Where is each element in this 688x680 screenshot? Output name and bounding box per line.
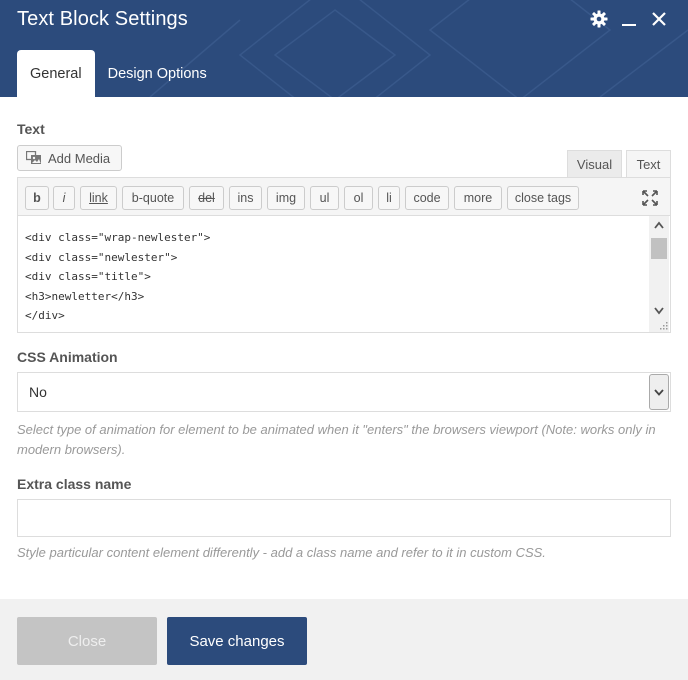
add-media-button[interactable]: Add Media — [17, 145, 122, 171]
quicktag-ins-button[interactable]: ins — [229, 186, 262, 210]
close-button[interactable]: Close — [17, 617, 157, 665]
css-animation-selected-value: No — [29, 384, 47, 400]
css-animation-help: Select type of animation for element to … — [17, 422, 656, 457]
css-animation-select[interactable]: No — [17, 372, 671, 412]
chevron-down-icon[interactable] — [649, 374, 669, 410]
resize-grip-icon[interactable] — [658, 320, 668, 330]
modal-header: Text Block Settings General Design Optio… — [0, 0, 688, 97]
quicktag-ol-button[interactable]: ol — [344, 186, 373, 210]
modal-footer: Close Save changes — [0, 599, 688, 680]
scroll-down-arrow-icon[interactable] — [649, 302, 669, 320]
scroll-up-arrow-icon[interactable] — [649, 216, 669, 234]
quicktag-li-button[interactable]: li — [378, 186, 400, 210]
quicktag-italic-button[interactable]: i — [53, 186, 75, 210]
quicktag-close-tags-button[interactable]: close tags — [507, 186, 579, 210]
extra-class-label: Extra class name — [17, 476, 132, 492]
code-line: </div> — [25, 309, 65, 322]
code-line: <h3>newletter</h3> — [25, 289, 145, 303]
gear-icon[interactable] — [588, 8, 610, 30]
close-icon[interactable] — [648, 8, 670, 30]
editor-tab-text[interactable]: Text — [626, 150, 671, 178]
tab-design-options[interactable]: Design Options — [95, 50, 220, 97]
extra-class-input[interactable] — [17, 499, 671, 537]
code-line: <div class="title"> — [25, 270, 151, 283]
quicktag-bold-button[interactable]: b — [25, 186, 49, 210]
text-editor: b i link b-quote del ins img ul ol li co… — [17, 177, 671, 333]
code-textarea[interactable]: <div class="wrap-newlester"> <div class="… — [18, 216, 650, 332]
editor-scrollbar[interactable] — [649, 216, 669, 332]
fullscreen-icon[interactable] — [640, 188, 660, 208]
quicktag-del-button[interactable]: del — [189, 186, 224, 210]
quicktag-more-button[interactable]: more — [454, 186, 502, 210]
text-label: Text — [17, 121, 45, 137]
quicktags-toolbar: b i link b-quote del ins img ul ol li co… — [18, 178, 670, 216]
minimize-icon[interactable] — [618, 8, 640, 30]
modal-title: Text Block Settings — [17, 8, 188, 30]
add-media-label: Add Media — [48, 150, 111, 166]
editor-tab-visual[interactable]: Visual — [567, 150, 622, 178]
quicktag-blockquote-button[interactable]: b-quote — [122, 186, 184, 210]
tab-general[interactable]: General — [17, 50, 95, 97]
media-icon — [26, 150, 41, 164]
code-line: <div class="newlester"> — [25, 250, 178, 264]
save-changes-button[interactable]: Save changes — [167, 617, 307, 665]
extra-class-help: Style particular content element differe… — [17, 545, 546, 560]
settings-tabs: General Design Options — [17, 50, 220, 97]
css-animation-label: CSS Animation — [17, 349, 118, 365]
quicktag-ul-button[interactable]: ul — [310, 186, 339, 210]
scrollbar-thumb[interactable] — [651, 238, 667, 259]
quicktag-code-button[interactable]: code — [405, 186, 449, 210]
quicktag-link-button[interactable]: link — [80, 186, 117, 210]
code-line: <div class="wrap-newlester"> — [25, 231, 211, 244]
quicktag-img-button[interactable]: img — [267, 186, 305, 210]
